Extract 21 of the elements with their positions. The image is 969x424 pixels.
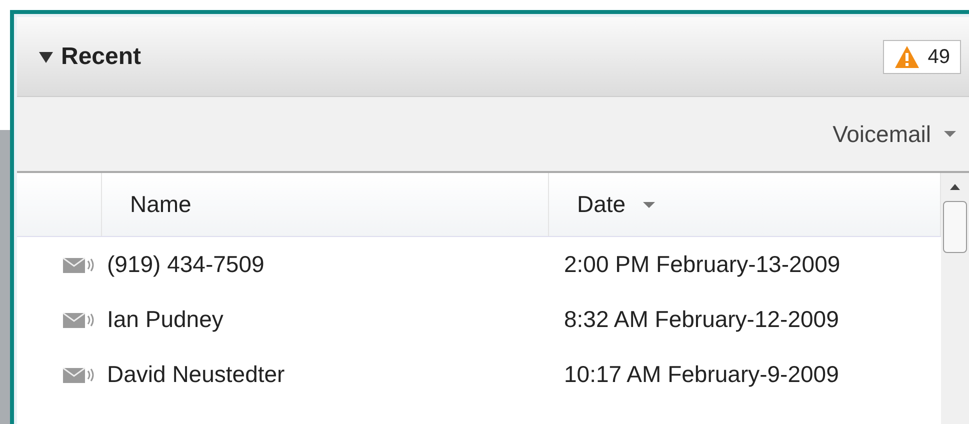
voicemail-icon bbox=[62, 364, 96, 384]
alert-count: 49 bbox=[928, 44, 950, 70]
column-header[interactable]: Name bbox=[102, 173, 549, 236]
caret-icon bbox=[642, 200, 656, 208]
caret-icon bbox=[943, 130, 957, 138]
warning-icon bbox=[894, 44, 920, 68]
collapse-toggle[interactable] bbox=[39, 50, 53, 64]
table-cell-text: David Neustedter bbox=[106, 360, 286, 390]
scrollbar[interactable] bbox=[941, 173, 969, 424]
table-cell-text: 8:32 AM February-12-2009 bbox=[563, 305, 839, 334]
table-cell-text: 10:17 AM February-9-2009 bbox=[563, 360, 839, 390]
voicemail-icon bbox=[62, 310, 96, 330]
scroll-thumb[interactable] bbox=[943, 201, 967, 253]
table-cell-text: Ian Pudney bbox=[106, 305, 224, 334]
alert-badge[interactable]: 49 bbox=[882, 40, 961, 74]
panel-title: Recent bbox=[61, 42, 142, 72]
voicemail-icon bbox=[62, 254, 96, 274]
table-cell-text: 2:00 PM February-13-2009 bbox=[563, 250, 840, 280]
table-cell-text: (919) 434-7509 bbox=[106, 250, 266, 280]
filter-dropdown[interactable]: Voicemail bbox=[832, 116, 957, 152]
scroll-up-icon[interactable] bbox=[949, 183, 961, 191]
